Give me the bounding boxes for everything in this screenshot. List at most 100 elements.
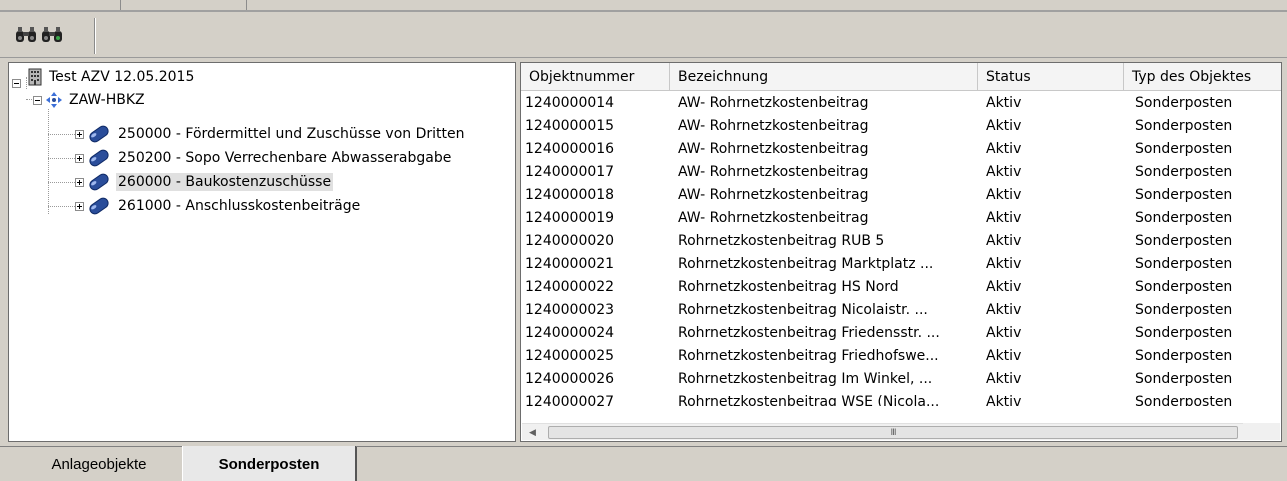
cell-bezeichnung: Rohrnetzkostenbeitrag Marktplatz ... [678, 256, 934, 272]
scroll-thumb-grip: III [890, 427, 897, 438]
tree-connector [48, 134, 75, 135]
cell-objektnummer: 1240000017 [525, 164, 615, 180]
table-row[interactable]: 1240000025 Rohrnetzkostenbeitrag Friedho… [521, 346, 1281, 369]
divider [120, 0, 121, 10]
tab-anlageobjekte[interactable]: Anlageobjekte [18, 447, 180, 481]
cell-objektnummer: 1240000025 [525, 348, 615, 364]
tree-item-label: 250000 - Fördermittel und Zuschüsse von … [118, 126, 465, 142]
scroll-left-icon[interactable]: ◀ [524, 424, 541, 441]
cell-status: Aktiv [986, 302, 1022, 318]
cell-bezeichnung: Rohrnetzkostenbeitrag HS Nord [678, 279, 899, 295]
search-next-button[interactable] [40, 24, 64, 46]
cell-bezeichnung: Rohrnetzkostenbeitrag WSE (Nicola... [678, 394, 940, 406]
table-row[interactable]: 1240000017 AW- Rohrnetzkostenbeitrag Akt… [521, 162, 1281, 185]
cell-status: Aktiv [986, 348, 1022, 364]
search-button[interactable] [14, 24, 38, 46]
binoculars-icon [16, 27, 36, 42]
tree-group-label: ZAW-HBKZ [69, 92, 145, 108]
table-row[interactable]: 1240000018 AW- Rohrnetzkostenbeitrag Akt… [521, 185, 1281, 208]
cell-objektnummer: 1240000020 [525, 233, 615, 249]
cell-bezeichnung: Rohrnetzkostenbeitrag Friedhofswe... [678, 348, 939, 364]
tree-item[interactable]: 250200 - Sopo Verrechenbare Abwasserabga… [75, 147, 453, 169]
horizontal-scrollbar[interactable]: ◀ III [522, 423, 1244, 440]
table-row[interactable]: 1240000022 Rohrnetzkostenbeitrag HS Nord… [521, 277, 1281, 300]
cell-status: Aktiv [986, 141, 1022, 157]
table-row[interactable]: 1240000016 AW- Rohrnetzkostenbeitrag Akt… [521, 139, 1281, 162]
expand-icon[interactable] [75, 177, 84, 187]
cell-status: Aktiv [986, 233, 1022, 249]
table-row-partial[interactable]: 1240000027 Rohrnetzkostenbeitrag WSE (Ni… [521, 392, 1281, 406]
cell-bezeichnung: AW- Rohrnetzkostenbeitrag [678, 118, 869, 134]
tree-group[interactable]: ZAW-HBKZ [33, 89, 147, 111]
cell-status: Aktiv [986, 394, 1022, 406]
objects-grid[interactable]: Objektnummer Bezeichnung Status Typ des … [520, 62, 1282, 442]
cell-objektnummer: 1240000015 [525, 118, 615, 134]
cell-typ: Sonderposten [1135, 95, 1233, 111]
cell-objektnummer: 1240000022 [525, 279, 615, 295]
cell-objektnummer: 1240000023 [525, 302, 615, 318]
table-row[interactable]: 1240000019 AW- Rohrnetzkostenbeitrag Akt… [521, 208, 1281, 231]
cell-typ: Sonderposten [1135, 394, 1233, 406]
tree-item-label: 250200 - Sopo Verrechenbare Abwasserabga… [118, 150, 452, 166]
cell-status: Aktiv [986, 325, 1022, 341]
cell-typ: Sonderposten [1135, 210, 1233, 226]
cell-objektnummer: 1240000024 [525, 325, 615, 341]
column-header-status[interactable]: Status [978, 63, 1124, 91]
scroll-thumb[interactable]: III [548, 426, 1238, 439]
collapse-icon[interactable] [12, 78, 21, 88]
window-top-strip [0, 0, 1287, 12]
cell-objektnummer: 1240000019 [525, 210, 615, 226]
table-row[interactable]: 1240000020 Rohrnetzkostenbeitrag RÜB 5 A… [521, 231, 1281, 254]
tree-connector [48, 109, 49, 214]
tab-label: Anlageobjekte [51, 456, 147, 473]
tree-item[interactable]: 250000 - Fördermittel und Zuschüsse von … [75, 123, 467, 145]
tree-item-label: 261000 - Anschlusskostenbeiträge [118, 198, 361, 214]
tree-item-selected[interactable]: 260000 - Baukostenzuschüsse [75, 171, 334, 193]
table-row[interactable]: 1240000014 AW- Rohrnetzkostenbeitrag Akt… [521, 93, 1281, 116]
tab-bar: Anlageobjekte Sonderposten [0, 446, 1287, 481]
divider [246, 0, 247, 10]
tree-connector [48, 182, 75, 183]
tree-root[interactable]: Test AZV 12.05.2015 [12, 66, 196, 88]
cell-typ: Sonderposten [1135, 118, 1233, 134]
cell-typ: Sonderposten [1135, 164, 1233, 180]
table-row[interactable]: 1240000024 Rohrnetzkostenbeitrag Frieden… [521, 323, 1281, 346]
building-icon [28, 68, 42, 86]
cell-objektnummer: 1240000018 [525, 187, 615, 203]
cell-status: Aktiv [986, 187, 1022, 203]
table-row[interactable]: 1240000023 Rohrnetzkostenbeitrag Nicolai… [521, 300, 1281, 323]
cell-typ: Sonderposten [1135, 325, 1233, 341]
table-row[interactable]: 1240000015 AW- Rohrnetzkostenbeitrag Akt… [521, 116, 1281, 139]
collapse-icon[interactable] [33, 95, 42, 105]
column-header-typ[interactable]: Typ des Objektes [1124, 63, 1281, 91]
cell-objektnummer: 1240000026 [525, 371, 615, 387]
cell-bezeichnung: AW- Rohrnetzkostenbeitrag [678, 187, 869, 203]
cell-typ: Sonderposten [1135, 348, 1233, 364]
tree-item[interactable]: 261000 - Anschlusskostenbeiträge [75, 195, 362, 217]
cell-status: Aktiv [986, 279, 1022, 295]
pill-icon [89, 125, 109, 143]
tab-sonderposten[interactable]: Sonderposten [182, 446, 356, 481]
expand-icon[interactable] [75, 153, 84, 163]
expand-icon[interactable] [75, 129, 84, 139]
cell-status: Aktiv [986, 210, 1022, 226]
cell-typ: Sonderposten [1135, 302, 1233, 318]
cell-typ: Sonderposten [1135, 279, 1233, 295]
toolbar [0, 14, 1287, 58]
expand-icon[interactable] [75, 201, 84, 211]
column-header-bezeichnung[interactable]: Bezeichnung [670, 63, 978, 91]
table-row[interactable]: 1240000026 Rohrnetzkostenbeitrag Im Wink… [521, 369, 1281, 392]
cell-bezeichnung: AW- Rohrnetzkostenbeitrag [678, 95, 869, 111]
scroll-corner [1243, 423, 1280, 440]
toolbar-separator [94, 18, 96, 54]
cell-typ: Sonderposten [1135, 256, 1233, 272]
table-row[interactable]: 1240000021 Rohrnetzkostenbeitrag Marktpl… [521, 254, 1281, 277]
tree-view[interactable]: Test AZV 12.05.2015 ZAW-HBKZ 250000 - Fö… [8, 62, 516, 442]
cell-objektnummer: 1240000014 [525, 95, 615, 111]
cell-bezeichnung: Rohrnetzkostenbeitrag Nicolaistr. ... [678, 302, 928, 318]
tree-connector [48, 158, 75, 159]
column-header-objektnummer[interactable]: Objektnummer [521, 63, 670, 91]
cell-status: Aktiv [986, 95, 1022, 111]
cell-objektnummer: 1240000016 [525, 141, 615, 157]
cell-bezeichnung: Rohrnetzkostenbeitrag Friedensstr. ... [678, 325, 940, 341]
